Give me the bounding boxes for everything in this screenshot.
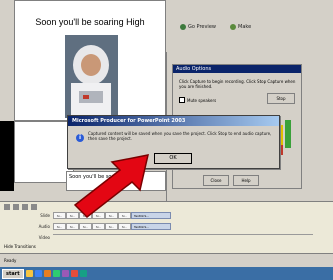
audio-dialog-text: Click Capture to begin recording. Click … — [179, 79, 296, 89]
app-icon[interactable] — [61, 270, 69, 277]
audio-dialog-title: Audio Options — [173, 65, 301, 73]
text-clip[interactable]: TextOnS... — [131, 223, 171, 230]
close-button[interactable]: Close — [203, 175, 229, 186]
zoom-in-icon[interactable] — [4, 204, 10, 210]
mute-label: Mute speakers — [187, 97, 217, 103]
preview-button[interactable]: Go Preview — [180, 22, 216, 32]
left-pane-border — [0, 121, 14, 191]
app-icon[interactable] — [52, 270, 60, 277]
astronaut-photo — [65, 35, 118, 118]
app-icon[interactable] — [43, 270, 51, 277]
help-button[interactable]: Help — [233, 175, 259, 186]
toolbar: Go Preview Make — [172, 0, 333, 52]
hide-transitions-link[interactable]: Hide Transitions — [4, 244, 36, 249]
audio-clip[interactable]: Sl... — [105, 223, 118, 230]
stop-button[interactable]: Stop — [267, 93, 295, 104]
folder-icon[interactable] — [25, 270, 33, 277]
zoom-out-icon[interactable] — [13, 204, 19, 210]
message-box-title: Microsoft Producer for PowerPoint 2003 — [68, 116, 279, 126]
taskbar: start — [0, 267, 333, 280]
slide-preview: Soon you'll be soaring High — [14, 0, 166, 121]
timeline-tools — [4, 204, 37, 210]
app-icon[interactable] — [70, 270, 78, 277]
slide-clip[interactable]: Sl... — [53, 212, 66, 219]
play-icon[interactable] — [31, 204, 37, 210]
preview-label: Go Preview — [188, 24, 216, 30]
slide-title: Soon you'll be soaring High — [35, 17, 145, 27]
timeline: Slide Sl... Sl... Sl... Sl... Sl... Sl..… — [0, 201, 333, 254]
timeline-row-video: Video — [30, 233, 313, 242]
slide-thumbnail-panel[interactable] — [14, 121, 74, 183]
preview-icon — [180, 24, 186, 30]
make-button[interactable]: Make — [230, 22, 251, 32]
audio-clip[interactable]: Sl... — [66, 223, 79, 230]
audio-clip[interactable]: Sl... — [92, 223, 105, 230]
message-box-text: Captured content will be saved when you … — [88, 131, 272, 141]
rewind-icon[interactable] — [22, 204, 28, 210]
make-icon — [230, 24, 236, 30]
row-label: Slide — [40, 213, 50, 218]
timeline-row-audio: Audio Sl... Sl... Sl... Sl... Sl... Sl..… — [30, 222, 171, 231]
audio-clip[interactable]: Sl... — [53, 223, 66, 230]
browser-icon[interactable] — [34, 270, 42, 277]
audio-meter-green — [285, 120, 291, 148]
audio-clip[interactable]: Sl... — [79, 223, 92, 230]
info-icon: i — [76, 134, 84, 142]
make-label: Make — [238, 24, 252, 30]
ok-button[interactable]: OK — [154, 153, 192, 164]
row-label: Audio — [38, 224, 50, 229]
audio-clip[interactable]: Sl... — [118, 223, 131, 230]
mute-checkbox[interactable]: Mute speakers — [179, 97, 216, 103]
status-bar: Ready — [0, 253, 333, 267]
red-arrow-icon — [73, 154, 149, 218]
status-text: Ready — [4, 258, 17, 263]
start-button[interactable]: start — [2, 268, 24, 279]
empty-track[interactable] — [53, 233, 313, 242]
row-label: Video — [38, 235, 50, 240]
checkbox-box — [179, 97, 185, 103]
app-icon[interactable] — [79, 270, 87, 277]
